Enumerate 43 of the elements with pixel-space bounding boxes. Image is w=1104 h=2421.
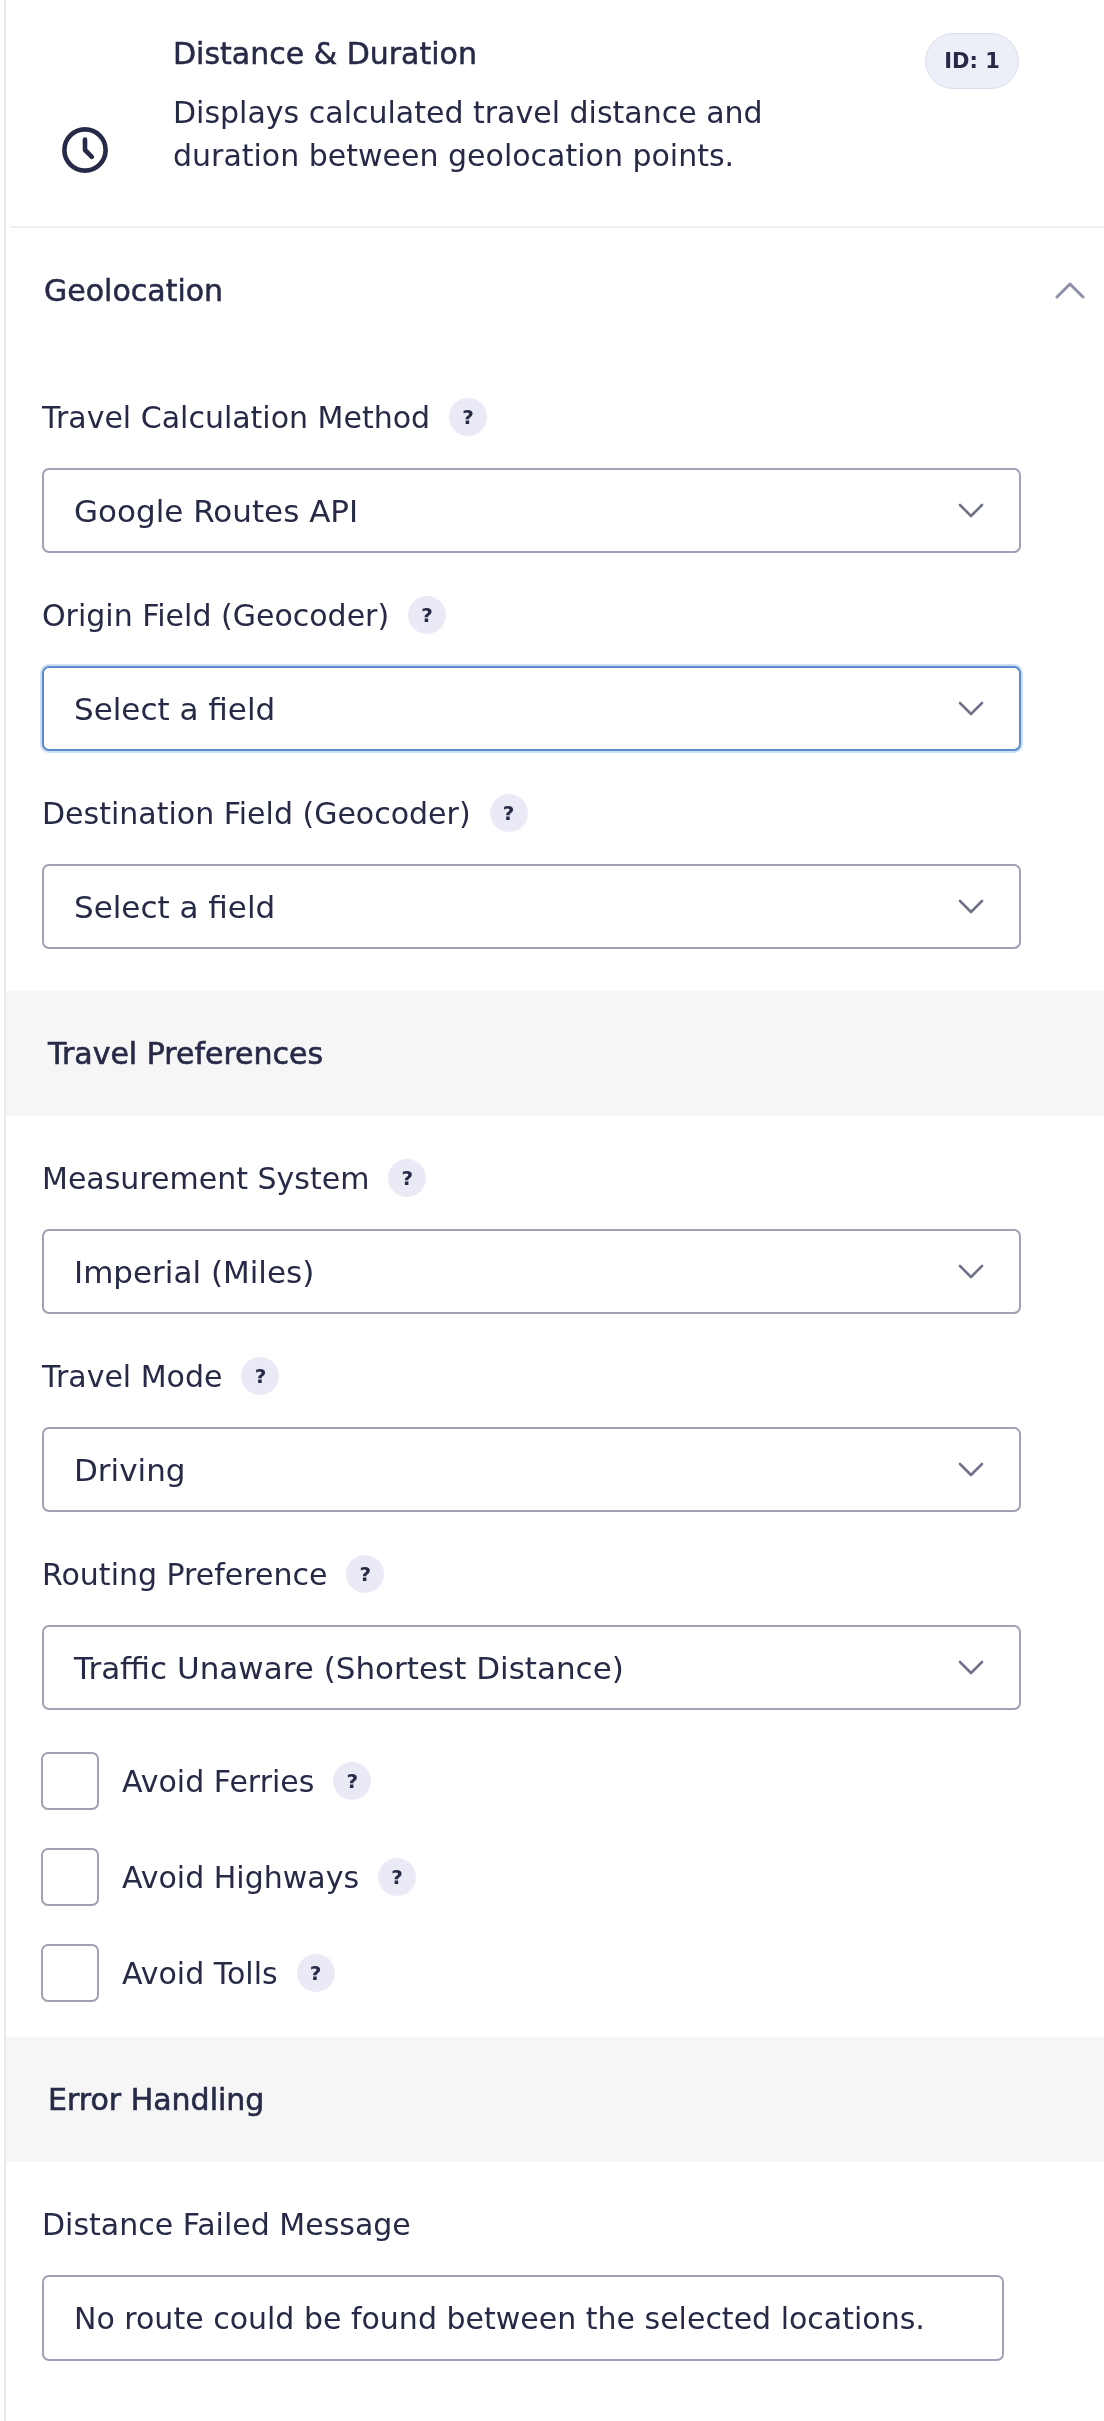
field-label: Travel Calculation Method [42,399,431,435]
select-dropdown[interactable]: Traffic Unaware (Shortest Distance) [42,1625,1021,1710]
field-label: Origin Field (Geocoder) [42,597,390,633]
select-dropdown[interactable]: Imperial (Miles) [42,1229,1021,1314]
select-dropdown[interactable]: Google Routes API [42,468,1021,553]
chevron-down-icon [958,899,984,914]
field-label: Measurement System [42,1160,370,1196]
checkbox[interactable] [41,1944,99,2002]
checkbox-label: Avoid Ferries [122,1763,315,1799]
chevron-down-icon [958,701,984,716]
help-button[interactable]: ? [296,1954,335,1992]
checkbox-label: Avoid Highways [122,1859,360,1895]
select-dropdown[interactable]: Select a field [42,864,1021,949]
chevron-down-icon [958,1660,984,1675]
field-label: Distance Failed Message [42,2206,411,2242]
help-button[interactable]: ? [378,1858,417,1896]
id-badge: ID: 1 [925,33,1019,89]
help-button[interactable]: ? [333,1762,372,1800]
checkbox[interactable] [41,1752,99,1810]
chevron-up-icon[interactable] [1055,281,1085,299]
select-dropdown[interactable]: Driving [42,1427,1021,1512]
chevron-down-icon [958,503,984,518]
chevron-down-icon [958,1264,984,1279]
select-dropdown[interactable]: Select a field [42,666,1021,751]
field-description: Displays calculated travel distance and duration between geolocation points. [173,94,764,175]
help-button[interactable]: ? [449,398,488,436]
field-label: Routing Preference [42,1556,328,1592]
field-label: Travel Mode [42,1358,223,1394]
section-title: Geolocation [44,272,224,308]
help-button[interactable]: ? [388,1159,427,1197]
clock-icon [61,126,109,174]
checkbox-label: Avoid Tolls [122,1955,278,1991]
help-button[interactable]: ? [241,1357,280,1395]
field-title: Distance & Duration [173,36,478,72]
subsection-header: Error Handling [6,2037,1104,2162]
checkbox[interactable] [41,1848,99,1906]
text-input[interactable]: No route could be found between the selected locations. [42,2275,1004,2361]
chevron-down-icon [958,1462,984,1477]
subsection-header: Travel Preferences [6,991,1104,1116]
help-button[interactable]: ? [489,794,528,832]
field-label: Destination Field (Geocoder) [42,795,471,831]
help-button[interactable]: ? [408,596,447,634]
help-button[interactable]: ? [346,1555,385,1593]
